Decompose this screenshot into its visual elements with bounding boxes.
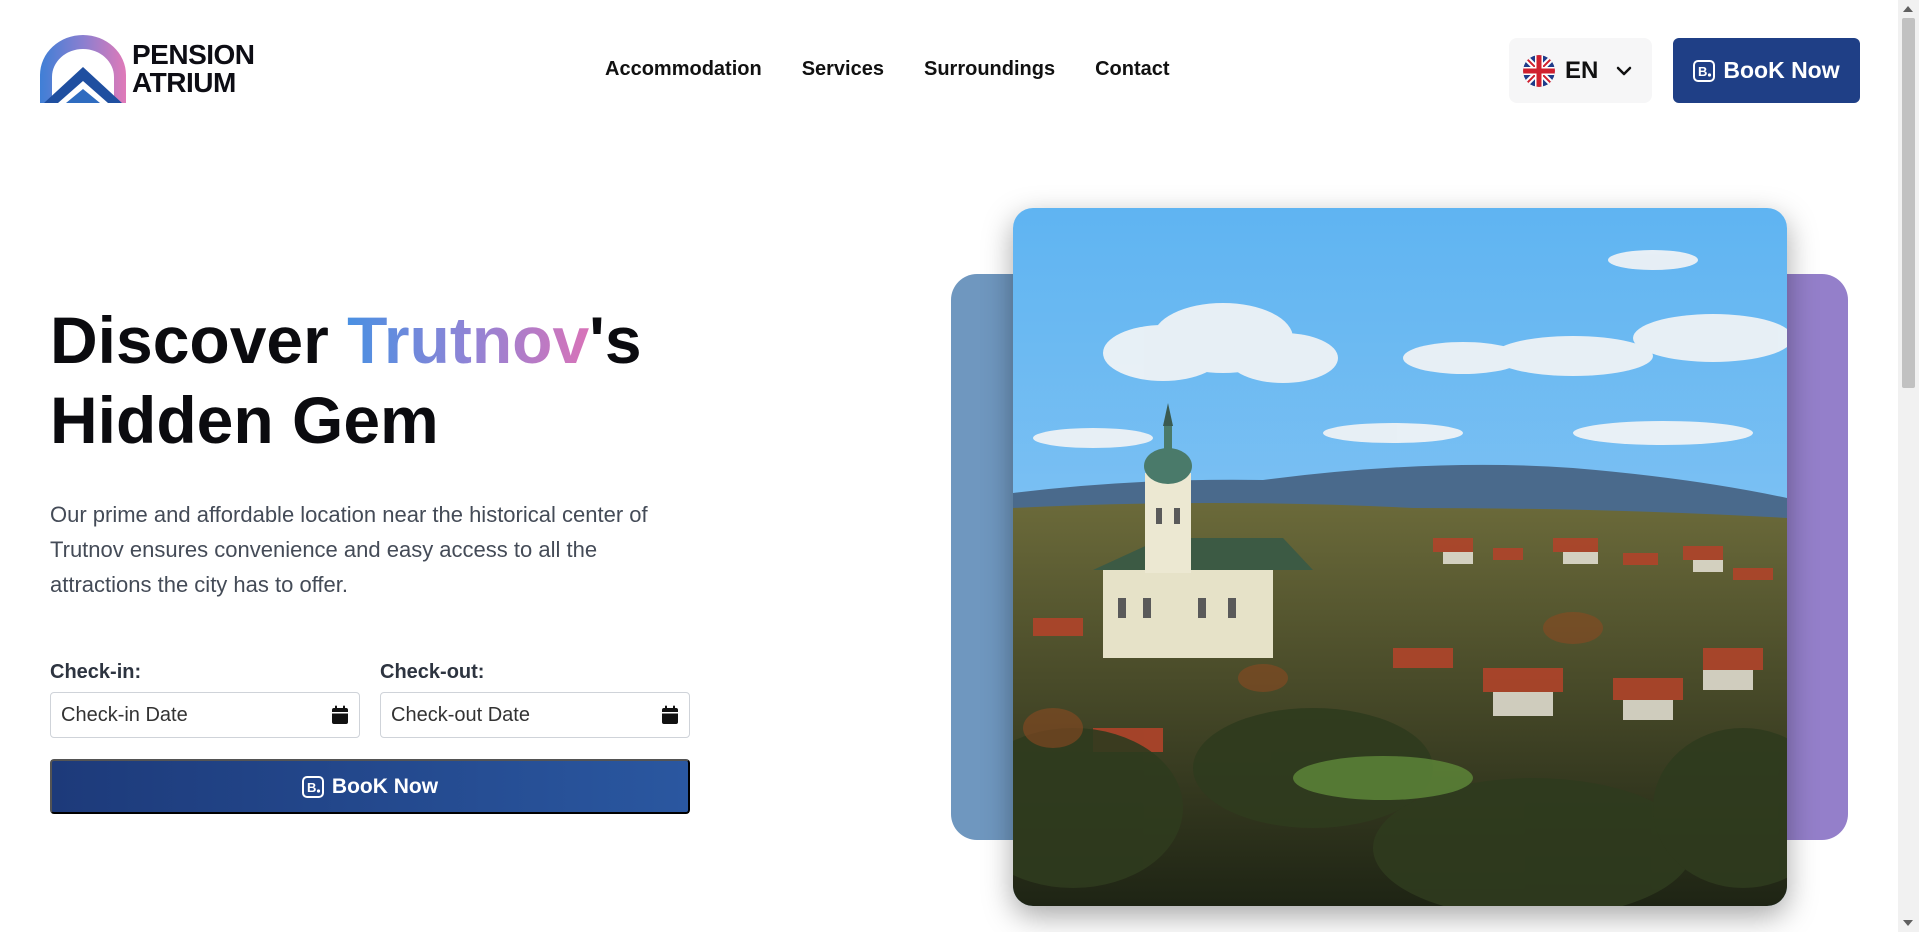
page-scrollbar[interactable] (1898, 0, 1919, 932)
hero-book-now-button[interactable]: B BooK Now (50, 759, 690, 814)
hero-title: Discover Trutnov's Hidden Gem (50, 300, 642, 460)
site-header: PENSION ATRIUM Accommodation Services Su… (0, 0, 1898, 140)
header-book-now-button[interactable]: B BooK Now (1673, 38, 1860, 103)
hero-title-highlight: Trutnov (347, 303, 590, 377)
nav-contact[interactable]: Contact (1095, 58, 1169, 81)
nav-surroundings[interactable]: Surroundings (924, 58, 1055, 81)
logo-line-2: ATRIUM (132, 67, 236, 98)
scroll-down-arrow-icon[interactable] (1903, 920, 1913, 926)
logo[interactable]: PENSION ATRIUM (40, 35, 255, 103)
uk-flag-icon (1523, 54, 1555, 87)
hero-book-now-label: BooK Now (331, 774, 439, 798)
svg-text:B: B (307, 780, 316, 795)
nav-services[interactable]: Services (802, 58, 884, 81)
hero-title-line2: Hidden Gem (50, 383, 439, 457)
checkin-field[interactable] (50, 692, 360, 738)
hero-title-part2: 's (589, 303, 642, 377)
language-code: EN (1565, 56, 1599, 84)
scroll-up-arrow-icon[interactable] (1903, 6, 1913, 12)
language-selector[interactable]: EN (1509, 38, 1652, 103)
hero-image-trutnov (1013, 208, 1787, 906)
booking-com-icon: B (301, 775, 324, 798)
header-book-now-label: BooK Now (1723, 57, 1840, 83)
chevron-down-icon (1617, 66, 1632, 75)
svg-text:B: B (1698, 64, 1707, 79)
checkout-input[interactable] (391, 703, 641, 727)
hero-title-part1: Discover (50, 303, 348, 377)
logo-line-1: PENSION (132, 39, 255, 70)
checkout-field[interactable] (380, 692, 690, 738)
logo-text: PENSION ATRIUM (132, 41, 255, 97)
checkin-label: Check-in: (50, 661, 142, 683)
hero-description: Our prime and affordable location near t… (50, 502, 648, 597)
checkout-label: Check-out: (380, 661, 485, 683)
main-nav: Accommodation Services Surroundings Cont… (605, 58, 1170, 81)
booking-com-icon: B (1693, 59, 1716, 82)
nav-accommodation[interactable]: Accommodation (605, 58, 762, 81)
calendar-icon[interactable] (661, 705, 679, 725)
logo-mark-icon (40, 35, 126, 103)
checkin-input[interactable] (61, 703, 311, 727)
scroll-thumb[interactable] (1902, 18, 1915, 388)
calendar-icon[interactable] (331, 705, 349, 725)
